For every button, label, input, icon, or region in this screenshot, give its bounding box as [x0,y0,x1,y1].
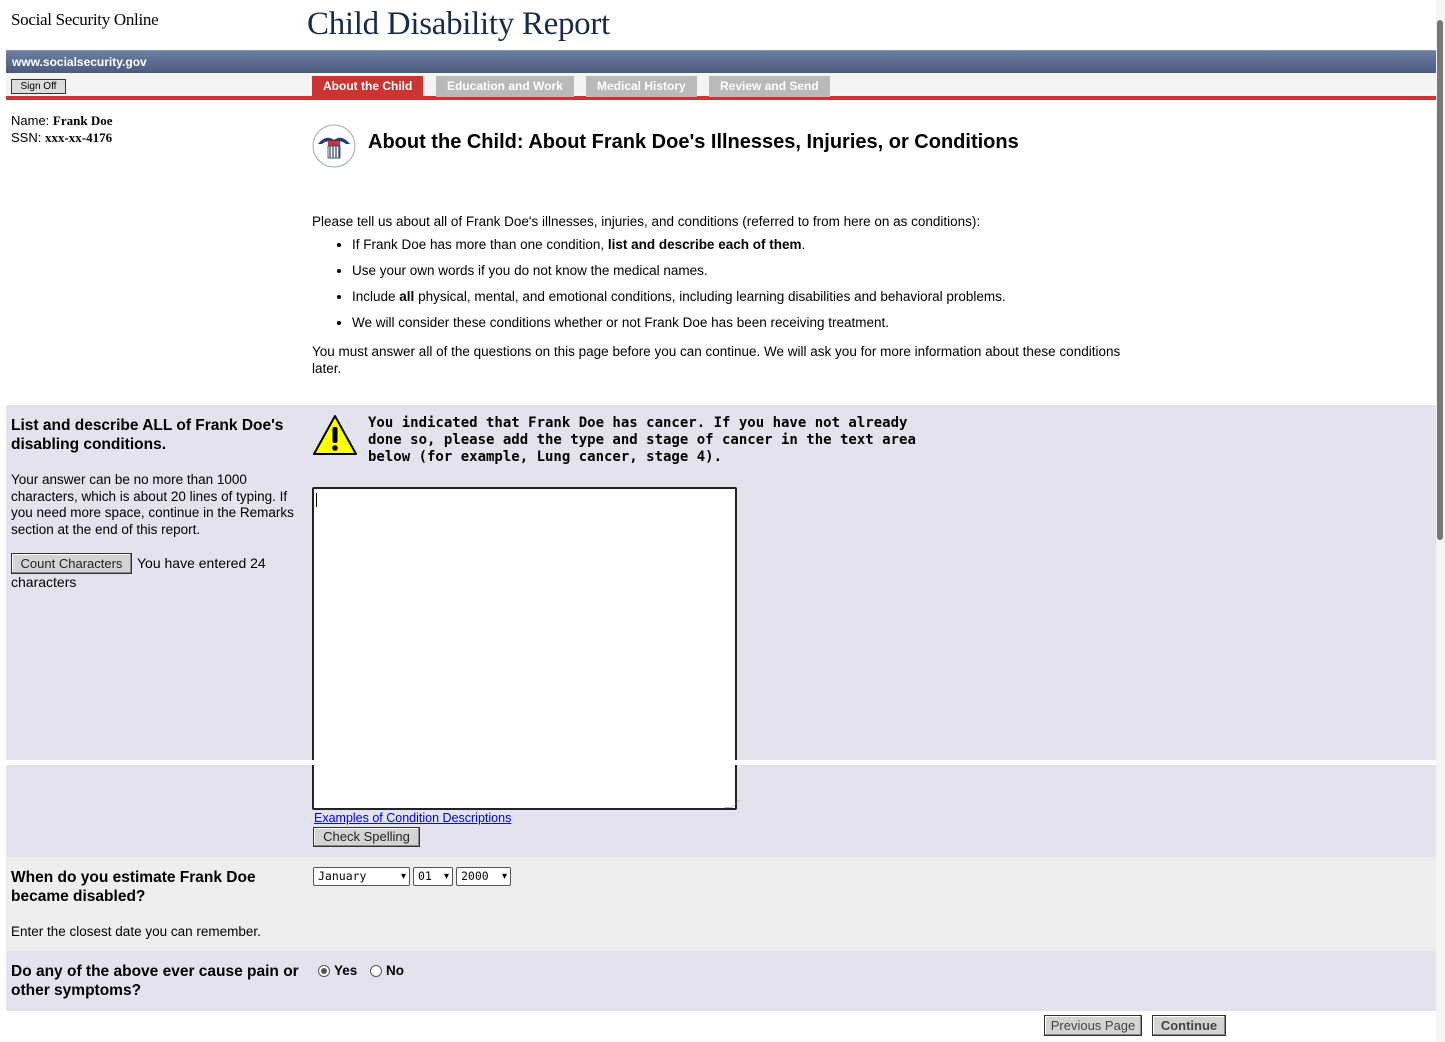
conditions-question: List and describe ALL of Frank Doe's dis… [11,417,284,453]
scrollbar[interactable] [1436,0,1445,1042]
textarea-gap [306,760,746,765]
text-caret [316,493,317,507]
bullet-include-all: Include all physical, mental, and emotio… [352,288,1132,305]
previous-page-button[interactable]: Previous Page [1044,1015,1142,1036]
bullet-list-each: If Frank Doe has more than one condition… [352,236,1132,253]
must-answer-note: You must answer all of the questions on … [312,344,1121,376]
count-characters-button[interactable]: Count Characters [11,553,132,574]
continue-button[interactable]: Continue [1152,1015,1226,1036]
tab-about-the-child[interactable]: About the Child [312,76,424,97]
character-count-unit: characters [11,574,77,590]
month-value: January [318,869,367,883]
no-radio[interactable] [370,964,382,977]
yes-radio[interactable] [318,964,330,977]
tab-review-and-send[interactable]: Review and Send [709,76,830,97]
name-line: Name: Frank Doe [11,112,113,129]
onset-help: Enter the closest date you can remember. [11,924,261,939]
intro-text: Please tell us about all of Frank Doe's … [312,214,981,229]
name-label: Name: [11,113,50,128]
month-select[interactable]: January ▾ [313,867,410,886]
year-select[interactable]: 2000 ▾ [456,867,511,886]
ssn-value: xxx-xx-4176 [44,130,113,145]
intro-bullets: If Frank Doe has more than one condition… [312,236,1132,331]
tab-education-and-work[interactable]: Education and Work [436,76,574,97]
page: Social Security Online Child Disability … [6,0,1436,1042]
onset-question: When do you estimate Frank Doe became di… [11,869,256,905]
ssn-label: SSN: [11,130,42,145]
day-select[interactable]: 01 ▾ [413,867,453,886]
ssn-line: SSN: xxx-xx-4176 [11,129,113,146]
year-value: 2000 [461,869,489,883]
chevron-down-icon: ▾ [443,871,449,882]
pain-no-option[interactable]: No [370,963,404,978]
pain-yes-option[interactable]: Yes [318,963,357,978]
warning-icon [313,415,357,455]
examples-link[interactable]: Examples of Condition Descriptions [314,811,511,825]
chevron-down-icon: ▾ [501,871,507,882]
child-identity: Name: Frank Doe SSN: xxx-xx-4176 [11,112,113,146]
site-url[interactable]: www.socialsecurity.gov [12,55,147,69]
cancer-warning-text: You indicated that Frank Doe has cancer.… [368,415,916,465]
check-spelling-button[interactable]: Check Spelling [313,827,420,847]
header-bar: www.socialsecurity.gov [6,50,1436,73]
intro-block: Please tell us about all of Frank Doe's … [312,213,1132,377]
name-value: Frank Doe [52,113,113,128]
scrollbar-thumb[interactable] [1437,20,1443,540]
conditions-help: Your answer can be no more than 1000 cha… [11,472,294,537]
site-name[interactable]: Social Security Online [11,10,159,30]
report-title: Child Disability Report [307,6,610,42]
day-value: 01 [418,869,432,883]
bullet-own-words: Use your own words if you do not know th… [352,262,1132,279]
ssa-seal-icon [312,124,356,168]
character-count-text: You have entered 24 [137,555,266,571]
page-title: About the Child: About Frank Doe's Illne… [368,131,1019,153]
pain-question: Do any of the above ever cause pain or o… [11,963,299,999]
header-top: Social Security Online Child Disability … [6,0,1436,50]
sign-off-button[interactable]: Sign Off [11,79,66,94]
tab-medical-history[interactable]: Medical History [586,76,697,97]
yes-label: Yes [334,963,358,978]
chevron-down-icon: ▾ [400,871,406,882]
bullet-consider: We will consider these conditions whethe… [352,314,1132,331]
no-label: No [386,963,404,978]
